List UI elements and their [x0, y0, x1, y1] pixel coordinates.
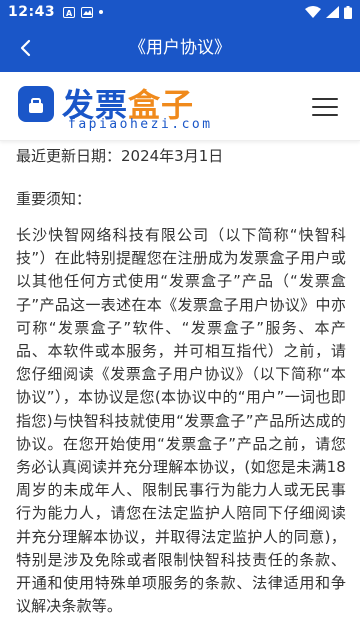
gallery-notification-icon [81, 6, 94, 18]
logo-domain-text: fapiaohezi.com [68, 117, 213, 132]
status-time: 12:43 [8, 4, 56, 20]
last-updated-date: 最近更新日期：2024年3月1日 [16, 147, 224, 165]
back-button[interactable] [10, 34, 40, 62]
dot-icon [99, 10, 104, 14]
battery-icon [344, 5, 352, 19]
wifi-icon [305, 6, 321, 18]
logo-mark-icon [18, 86, 54, 122]
page-title: 《用户协议》 [129, 38, 231, 58]
signal-icon [326, 6, 339, 18]
a-notification-icon: A [63, 6, 76, 18]
system-status-icons [305, 5, 352, 19]
agreement-content: 最近更新日期：2024年3月1日 重要须知： 长沙快智网络科技有限公司（以下简称… [16, 146, 346, 618]
status-bar: 12:43 A [0, 0, 360, 24]
agreement-paragraph: 长沙快智网络科技有限公司（以下简称“快智科技”）在此特别提醒您在注册成为发票盒子… [16, 226, 346, 616]
fapiaohezi-logo[interactable]: 发票盒子 fapiaohezi.com [18, 84, 210, 132]
notice-heading: 重要须知： [16, 190, 92, 208]
chevron-left-icon [20, 39, 31, 57]
app-bar: 《用户协议》 [0, 24, 360, 72]
site-header: 发票盒子 fapiaohezi.com [0, 72, 360, 141]
hamburger-menu-icon[interactable] [312, 98, 338, 116]
notification-icons: A [63, 6, 104, 18]
